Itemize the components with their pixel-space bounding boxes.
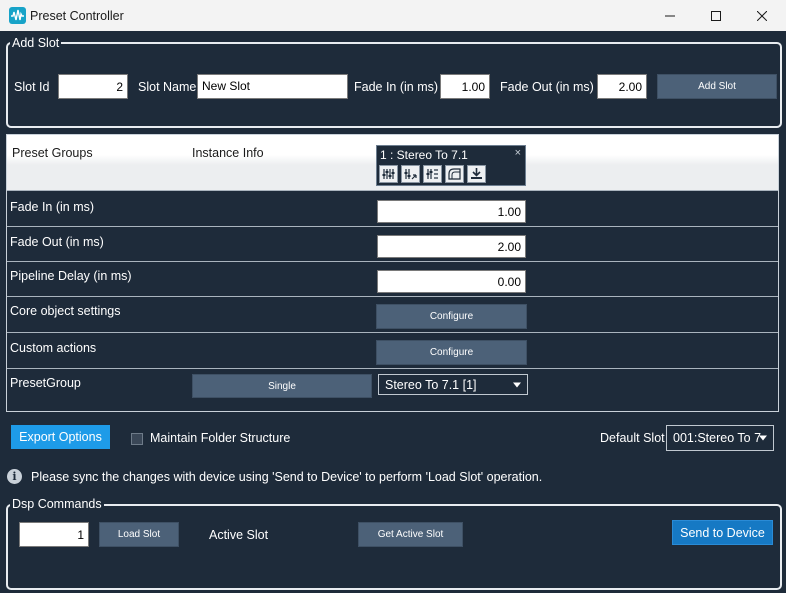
load-slot-button[interactable]: Load Slot [99,522,179,547]
row-pipeline-delay-label: Pipeline Delay (in ms) [10,269,132,283]
pipeline-delay-row: Pipeline Delay (in ms) 0.00 [7,261,778,296]
add-slot-button[interactable]: Add Slot [657,74,777,99]
sync-info-message: Please sync the changes with device usin… [31,470,543,484]
single-mode-button[interactable]: Single [192,374,372,398]
get-active-slot-button[interactable]: Get Active Slot [358,522,463,547]
pipeline-delay-input[interactable]: 0.00 [377,270,526,293]
preset-group-value: Stereo To 7.1 [1] [385,377,477,392]
maintain-folder-label: Maintain Folder Structure [150,431,291,445]
minimize-button[interactable] [647,0,693,31]
maximize-button[interactable] [693,0,739,31]
fade-out-label: Fade Out (in ms) [500,80,594,94]
default-slot-value: 001:Stereo To 7 [673,431,762,445]
preset-grid: Preset Groups Instance Info 1 : Stereo T… [6,134,779,412]
download-icon[interactable] [467,165,486,183]
active-slot-label: Active Slot [209,528,269,542]
fade-in-input[interactable]: 1.00 [440,74,490,99]
channel-map-icon[interactable] [423,165,442,183]
grid-fade-in-input[interactable]: 1.00 [377,200,526,223]
fade-out-input[interactable]: 2.00 [597,74,647,99]
export-options-button[interactable]: Export Options [11,425,110,449]
maximize-icon [711,10,721,21]
fade-in-label: Fade In (in ms) [354,80,439,94]
send-to-device-button[interactable]: Send to Device [672,520,773,545]
default-slot-label: Default Slot [600,431,665,445]
dsp-commands-group [6,504,782,590]
grid-header: Preset Groups Instance Info 1 : Stereo T… [7,135,778,190]
title-bar[interactable]: Preset Controller [0,0,786,31]
slot-id-input[interactable]: 2 [58,74,128,99]
eq-sliders-icon[interactable] [379,165,398,183]
maintain-folder-checkbox[interactable] [131,433,143,445]
info-icon: i [7,469,22,484]
row-fade-in-label: Fade In (in ms) [10,200,95,214]
slot-id-label: Slot Id [14,80,50,94]
row-preset-group-label: PresetGroup [10,376,81,390]
slot-name-label: Slot Name [138,80,197,94]
row-core-settings-label: Core object settings [10,304,121,318]
instance-card[interactable]: 1 : Stereo To 7.1 × [376,145,526,186]
instance-info-header: Instance Info [192,146,264,160]
fade-out-row: Fade Out (in ms) 2.00 [7,226,778,261]
fade-in-row: Fade In (in ms) 1.00 [7,190,778,226]
grid-fade-out-input[interactable]: 2.00 [377,235,526,258]
preset-group-row: PresetGroup Single Stereo To 7.1 [1] [7,368,778,411]
core-settings-row: Core object settings Configure [7,296,778,332]
preset-groups-header: Preset Groups [12,146,93,160]
chevron-down-icon [759,435,767,441]
instance-close-icon[interactable]: × [515,147,521,159]
window-title: Preset Controller [30,9,124,23]
custom-configure-button[interactable]: Configure [376,340,527,365]
close-button[interactable] [739,0,785,31]
curve-icon[interactable] [445,165,464,183]
add-slot-legend: Add Slot [10,36,62,50]
custom-actions-row: Custom actions Configure [7,332,778,368]
row-fade-out-label: Fade Out (in ms) [10,235,104,249]
slot-name-input[interactable]: New Slot [197,74,348,99]
app-logo-icon [9,7,26,24]
row-custom-actions-label: Custom actions [10,341,97,355]
default-slot-select[interactable]: 001:Stereo To 7 [666,425,774,451]
chevron-down-icon [513,382,521,387]
minimize-icon [665,15,675,16]
close-icon [757,10,767,21]
instance-title: 1 : Stereo To 7.1 [380,148,468,162]
mixer-icon[interactable] [401,165,420,183]
preset-group-select[interactable]: Stereo To 7.1 [1] [378,374,528,395]
dsp-slot-input[interactable]: 1 [19,522,89,547]
core-configure-button[interactable]: Configure [376,304,527,329]
dsp-commands-legend: Dsp Commands [10,497,104,511]
